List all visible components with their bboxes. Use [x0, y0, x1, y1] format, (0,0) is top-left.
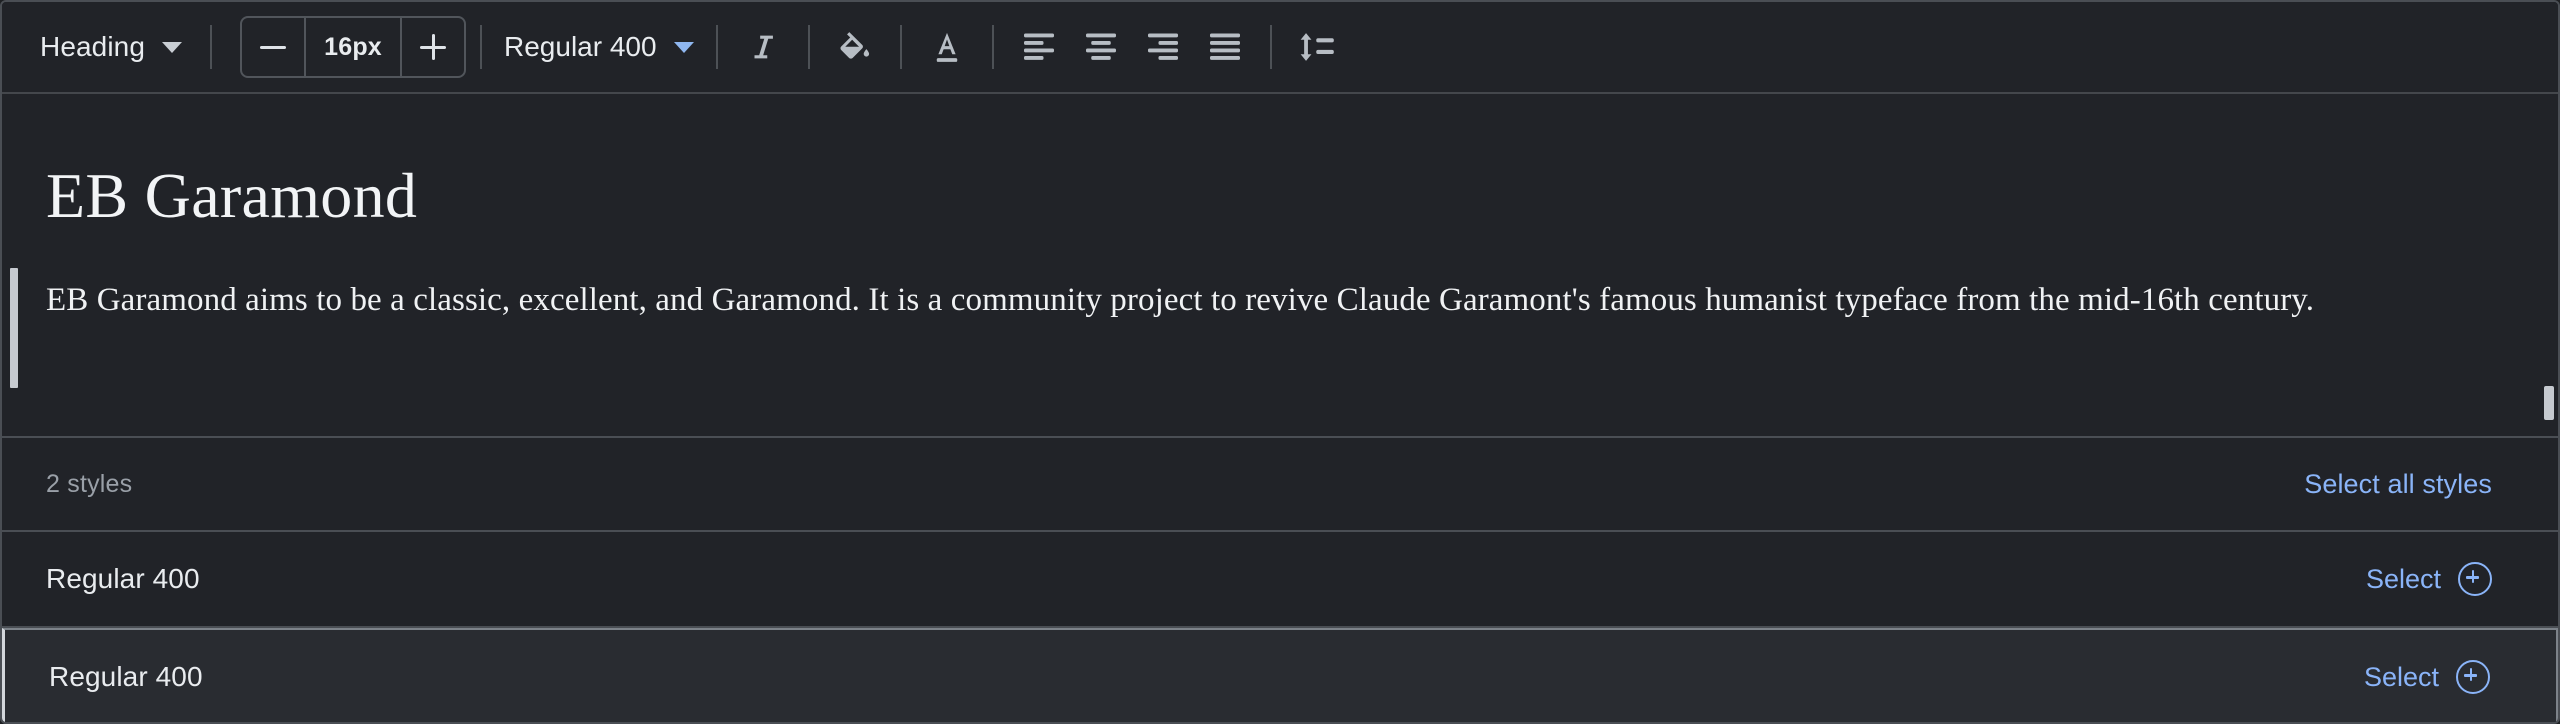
align-center-button[interactable]: [1070, 16, 1132, 78]
font-size-increase-button[interactable]: [402, 18, 464, 76]
paragraph-style-label: Heading: [40, 31, 146, 62]
toolbar-divider: [210, 25, 213, 69]
font-preview-panel: EB Garamond EB Garamond aims to be a cla…: [2, 94, 2558, 438]
select-style-label: Select: [2365, 563, 2441, 594]
chevron-down-icon: [673, 41, 694, 53]
select-style-button[interactable]: Select: [2366, 562, 2492, 596]
preview-scrollbar[interactable]: [2544, 386, 2554, 420]
style-row[interactable]: Regular 400 Select: [2, 628, 2558, 722]
italic-icon: [754, 35, 773, 59]
text-color-button[interactable]: [916, 16, 978, 78]
plus-circle-icon: [2456, 660, 2490, 694]
style-name-label: Regular 400: [46, 563, 200, 594]
highlight-color-button[interactable]: [824, 16, 886, 78]
plus-icon: [420, 34, 447, 60]
chevron-down-icon: [162, 41, 183, 53]
toolbar-divider: [807, 25, 810, 69]
font-weight-dropdown[interactable]: Regular 400: [496, 21, 702, 73]
font-editor-window: Heading 16px Regular 400 EB Garamond EB …: [0, 0, 2560, 724]
align-justify-button[interactable]: [1194, 16, 1256, 78]
line-height-icon: [1300, 33, 1334, 61]
align-right-icon: [1147, 33, 1178, 60]
style-row[interactable]: Regular 400 Select: [2, 532, 2558, 628]
minus-icon: [260, 45, 287, 49]
text-color-a-icon: [936, 32, 957, 62]
style-name-label: Regular 400: [49, 661, 203, 692]
plus-circle-icon: [2458, 562, 2492, 596]
line-height-button[interactable]: [1286, 16, 1348, 78]
align-left-button[interactable]: [1008, 16, 1070, 78]
italic-button[interactable]: [732, 16, 794, 78]
align-right-button[interactable]: [1132, 16, 1194, 78]
select-style-button[interactable]: Select: [2364, 660, 2490, 694]
font-size-decrease-button[interactable]: [242, 18, 304, 76]
toolbar-divider: [715, 25, 718, 69]
font-weight-label: Regular 400: [504, 31, 657, 62]
font-size-stepper: 16px: [240, 16, 467, 78]
fill-bucket-icon: [840, 32, 869, 59]
styles-header: 2 styles Select all styles: [2, 438, 2558, 532]
text-cursor-indicator: [10, 268, 18, 388]
align-justify-icon: [1209, 33, 1240, 60]
font-description: EB Garamond aims to be a classic, excell…: [46, 282, 2315, 318]
formatting-toolbar: Heading 16px Regular 400: [2, 2, 2558, 94]
styles-count-label: 2 styles: [46, 469, 133, 498]
toolbar-divider: [1269, 25, 1272, 69]
toolbar-divider: [899, 25, 902, 69]
font-description-wrapper[interactable]: EB Garamond aims to be a classic, excell…: [2, 268, 2558, 388]
toolbar-divider: [480, 25, 483, 69]
select-all-styles-link[interactable]: Select all styles: [2304, 469, 2492, 500]
align-center-icon: [1085, 33, 1116, 60]
toolbar-divider: [991, 25, 994, 69]
select-style-label: Select: [2363, 661, 2439, 692]
align-left-icon: [1023, 33, 1054, 60]
paragraph-style-dropdown[interactable]: Heading: [26, 21, 196, 73]
page-title: EB Garamond: [46, 160, 418, 231]
font-size-value[interactable]: 16px: [306, 18, 400, 76]
